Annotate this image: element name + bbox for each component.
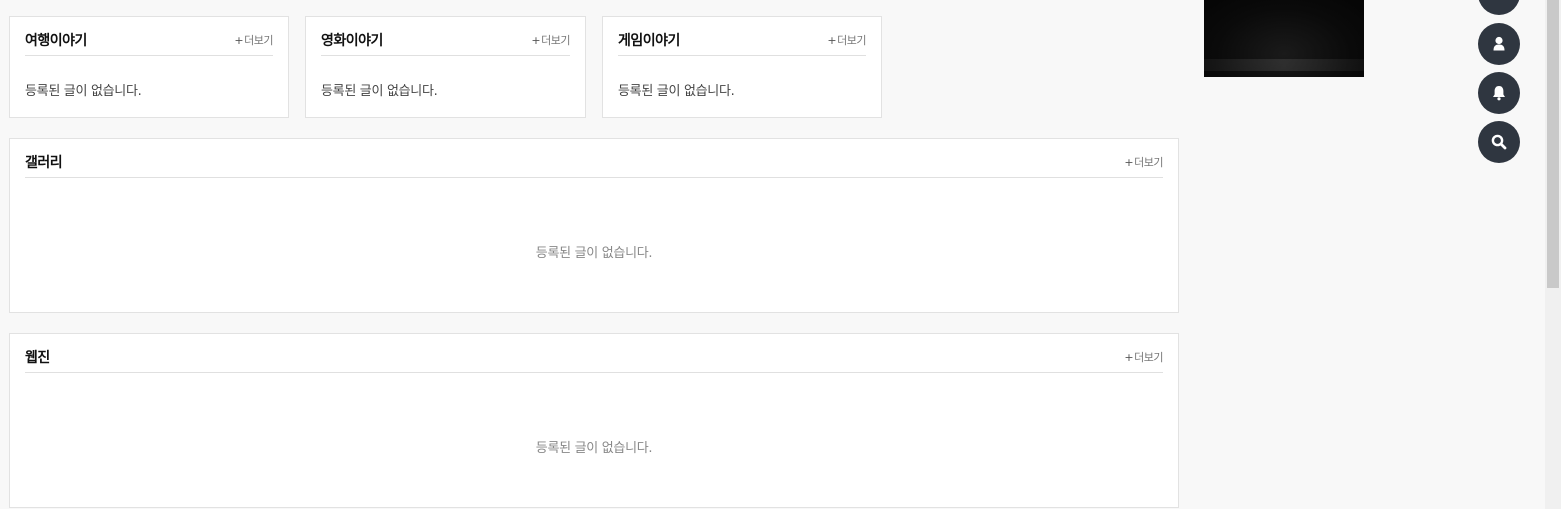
empty-message: 등록된 글이 없습니다. bbox=[535, 246, 653, 261]
plus-icon: + bbox=[1124, 156, 1134, 169]
search-icon bbox=[1491, 134, 1507, 150]
quick-search-button[interactable] bbox=[1478, 121, 1520, 163]
board-header: 게임이야기 +더보기 bbox=[618, 17, 866, 56]
more-link[interactable]: +더보기 bbox=[827, 32, 866, 48]
more-link[interactable]: +더보기 bbox=[531, 32, 570, 48]
quick-menu-button[interactable] bbox=[1478, 0, 1520, 15]
board-movie: 영화이야기 +더보기 등록된 글이 없습니다. bbox=[305, 16, 586, 118]
more-label: 더보기 bbox=[1134, 351, 1163, 364]
empty-message: 등록된 글이 없습니다. bbox=[321, 84, 438, 99]
scrollbar-thumb[interactable] bbox=[1547, 0, 1559, 288]
plus-icon: + bbox=[531, 34, 541, 47]
board-header: 갤러리 +더보기 bbox=[25, 139, 1163, 178]
board-title[interactable]: 영화이야기 bbox=[321, 30, 383, 50]
sidebar-thumbnail-image[interactable] bbox=[1204, 0, 1364, 77]
bell-icon bbox=[1493, 86, 1505, 101]
board-header: 여행이야기 +더보기 bbox=[25, 17, 273, 56]
more-label: 더보기 bbox=[837, 34, 866, 47]
board-travel: 여행이야기 +더보기 등록된 글이 없습니다. bbox=[9, 16, 289, 118]
empty-message: 등록된 글이 없습니다. bbox=[618, 84, 735, 99]
menu-icon bbox=[1489, 0, 1509, 4]
board-title[interactable]: 게임이야기 bbox=[618, 30, 680, 50]
board-header: 영화이야기 +더보기 bbox=[321, 17, 570, 56]
board-gallery: 갤러리 +더보기 등록된 글이 없습니다. bbox=[9, 138, 1179, 313]
plus-icon: + bbox=[827, 34, 837, 47]
more-label: 더보기 bbox=[244, 34, 273, 47]
plus-icon: + bbox=[234, 34, 244, 47]
more-link[interactable]: +더보기 bbox=[1124, 349, 1163, 365]
board-game: 게임이야기 +더보기 등록된 글이 없습니다. bbox=[602, 16, 882, 118]
more-link[interactable]: +더보기 bbox=[1124, 154, 1163, 170]
quick-notification-button[interactable] bbox=[1478, 72, 1520, 114]
board-header: 웹진 +더보기 bbox=[25, 334, 1163, 373]
page-scrollbar[interactable] bbox=[1545, 0, 1561, 509]
more-label: 더보기 bbox=[1134, 156, 1163, 169]
board-webzine: 웹진 +더보기 등록된 글이 없습니다. bbox=[9, 333, 1179, 508]
quick-user-button[interactable] bbox=[1478, 23, 1520, 65]
empty-message: 등록된 글이 없습니다. bbox=[535, 441, 653, 456]
board-title[interactable]: 여행이야기 bbox=[25, 30, 87, 50]
empty-message: 등록된 글이 없습니다. bbox=[25, 84, 142, 99]
more-label: 더보기 bbox=[541, 34, 570, 47]
board-title[interactable]: 웹진 bbox=[25, 347, 50, 367]
more-link[interactable]: +더보기 bbox=[234, 32, 273, 48]
user-icon bbox=[1493, 36, 1505, 51]
page: 여행이야기 +더보기 등록된 글이 없습니다. 영화이야기 +더보기 등록된 글… bbox=[0, 0, 1561, 509]
board-title[interactable]: 갤러리 bbox=[25, 152, 63, 172]
plus-icon: + bbox=[1124, 351, 1134, 364]
